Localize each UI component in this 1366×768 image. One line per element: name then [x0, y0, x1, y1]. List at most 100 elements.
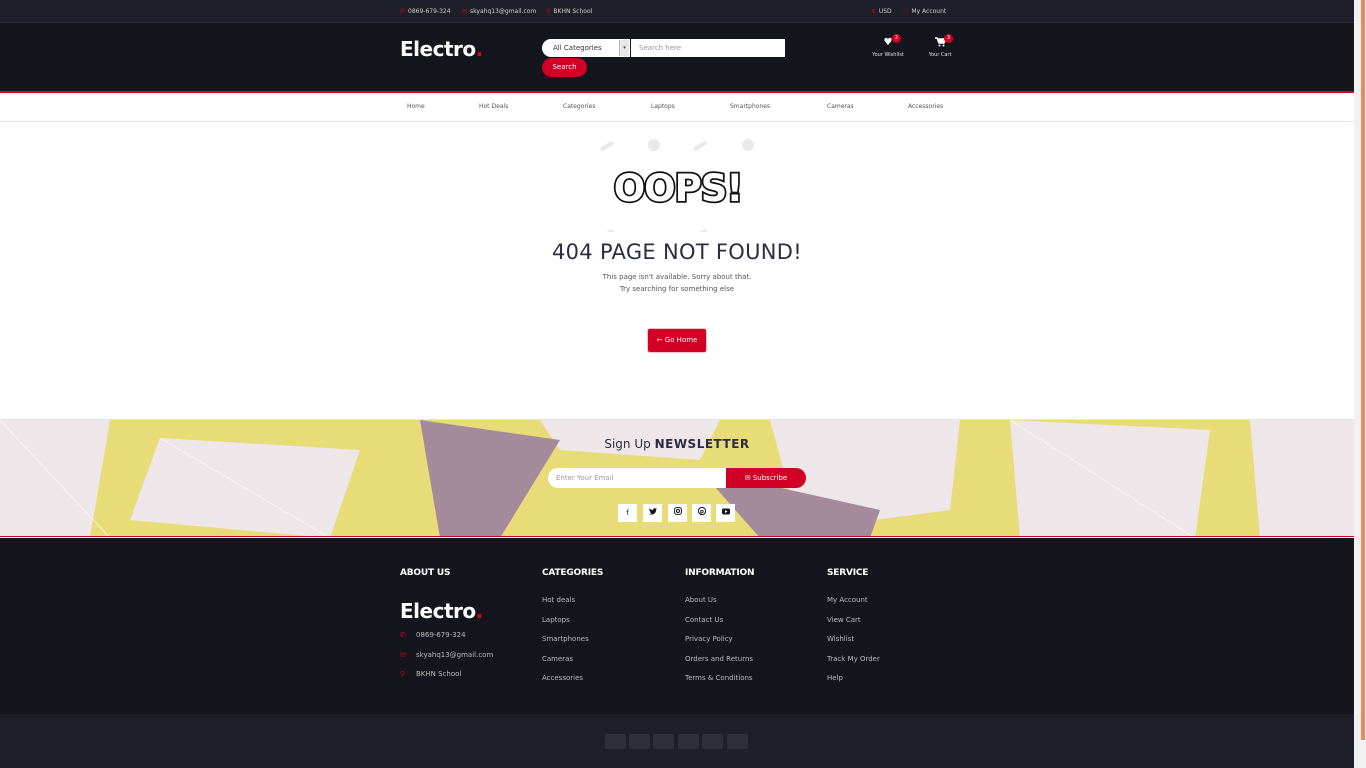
my-account-label: My Account	[911, 8, 947, 15]
amex-icon	[727, 734, 748, 749]
oops-text: OOPS!	[614, 167, 743, 210]
main-navigation: Home Hot Deals Categories Laptops Smartp…	[0, 93, 1354, 122]
svg-text:p: p	[700, 509, 704, 515]
phone-icon: ✆	[400, 8, 406, 15]
phone-icon: ✆	[400, 631, 406, 639]
footer-link-wishlist[interactable]: Wishlist	[827, 635, 854, 643]
error-message-line-2: Try searching for something else	[619, 285, 735, 293]
footer-logo-text: Electro	[400, 599, 476, 623]
subscribe-label: Subscribe	[752, 474, 788, 482]
footer-link-help[interactable]: Help	[827, 674, 843, 682]
go-home-label: Go Home	[664, 336, 698, 344]
footer-logo-dot: .	[475, 599, 484, 623]
footer-information-title: INFORMATION	[685, 568, 755, 578]
currency-link[interactable]: $ USD	[872, 8, 892, 15]
footer-link-privacy-policy[interactable]: Privacy Policy	[685, 635, 733, 643]
footer-email-text: skyahq13@gmail.com	[416, 651, 494, 659]
cart-label: Your Cart	[928, 52, 952, 58]
footer-link-cameras[interactable]: Cameras	[542, 655, 573, 663]
subscribe-button[interactable]: ✉ Subscribe	[726, 468, 806, 488]
newsletter-section: Sign Up NEWSLETTER Enter Your Email ✉ Su…	[0, 419, 1354, 537]
search-button[interactable]: Search	[542, 58, 587, 77]
youtube-icon[interactable]	[716, 504, 735, 522]
nav-home[interactable]: Home	[407, 103, 425, 110]
logo-dot: .	[475, 37, 484, 61]
footer: ABOUT US Electro. ✆ 0869-679-324 ✉ skyahq1…	[0, 538, 1354, 714]
nav-hot-deals[interactable]: Hot Deals	[479, 103, 508, 110]
logo[interactable]: Electro.	[400, 37, 483, 61]
go-home-button[interactable]: ← Go Home	[648, 329, 706, 352]
footer-logo[interactable]: Electro.	[400, 599, 483, 623]
footer-about-title: ABOUT US	[400, 568, 451, 578]
bottom-footer	[0, 714, 1354, 768]
main-header: Electro. All Categories ▾ Search here Se…	[0, 23, 1354, 93]
paypal-icon	[653, 734, 674, 749]
logo-text: Electro	[400, 37, 476, 61]
nav-laptops[interactable]: Laptops	[651, 103, 675, 110]
my-account-link[interactable]: ⚇ My Account	[903, 8, 946, 15]
footer-categories-title: CATEGORIES	[542, 568, 604, 578]
footer-link-view-cart[interactable]: View Cart	[827, 616, 861, 624]
user-icon: ⚇	[903, 8, 909, 15]
footer-link-track-order[interactable]: Track My Order	[827, 655, 880, 663]
footer-address-text: BKHN School	[416, 670, 462, 678]
top-header: ✆ 0869-679-324 ✉ skyahq13@gmail.com ⚲ BK…	[0, 0, 1354, 23]
footer-email[interactable]: ✉ skyahq13@gmail.com	[400, 651, 493, 659]
header-email-link[interactable]: ✉ skyahq13@gmail.com	[462, 8, 536, 15]
footer-phone-text: 0869-679-324	[416, 631, 466, 639]
shopping-cart-icon	[918, 37, 962, 48]
discover-icon	[702, 734, 723, 749]
credit-card-icon	[629, 734, 650, 749]
footer-link-contact-us[interactable]: Contact Us	[685, 616, 723, 624]
instagram-icon[interactable]	[668, 504, 687, 522]
arrow-left-icon: ←	[656, 336, 663, 344]
page-scrollbar[interactable]	[1354, 0, 1366, 768]
envelope-icon: ✉	[744, 474, 751, 482]
cart-count-badge: 3	[944, 34, 953, 43]
footer-phone[interactable]: ✆ 0869-679-324	[400, 631, 466, 639]
footer-service-title: SERVICE	[827, 568, 869, 578]
footer-link-laptops[interactable]: Laptops	[542, 616, 570, 624]
oops-illustration: OOPS!	[599, 139, 754, 232]
newsletter-title: Sign Up NEWSLETTER	[0, 437, 1354, 451]
wishlist-button[interactable]: ♥ Your Wishlist 2	[866, 34, 910, 58]
error-title: 404 PAGE NOT FOUND!	[551, 240, 802, 264]
twitter-icon[interactable]	[643, 504, 662, 522]
footer-link-about-us[interactable]: About Us	[685, 596, 717, 604]
nav-cameras[interactable]: Cameras	[827, 103, 854, 110]
footer-link-accessories[interactable]: Accessories	[542, 674, 583, 682]
pinterest-icon[interactable]: p	[692, 504, 711, 522]
visa-icon	[605, 734, 626, 749]
nav-smartphones[interactable]: Smartphones	[730, 103, 770, 110]
search-input[interactable]: Search here	[631, 39, 785, 57]
footer-address[interactable]: ⚲ BKHN School	[400, 670, 461, 678]
header-address: BKHN School	[553, 8, 593, 15]
newsletter-title-light: Sign Up	[604, 437, 651, 451]
newsletter-email-input[interactable]: Enter Your Email	[548, 468, 728, 488]
nav-accessories[interactable]: Accessories	[908, 103, 943, 110]
category-select[interactable]: All Categories ▾	[542, 39, 630, 57]
category-select-value: All Categories	[553, 44, 602, 52]
nav-categories[interactable]: Categories	[563, 103, 595, 110]
footer-link-smartphones[interactable]: Smartphones	[542, 635, 589, 643]
cart-button[interactable]: Your Cart 3	[918, 34, 962, 58]
page: ✆ 0869-679-324 ✉ skyahq13@gmail.com ⚲ BK…	[0, 0, 1354, 768]
search-placeholder: Search here	[639, 44, 682, 52]
envelope-icon: ✉	[462, 8, 468, 15]
currency-label: USD	[878, 8, 892, 15]
footer-link-orders-returns[interactable]: Orders and Returns	[685, 655, 753, 663]
footer-link-hot-deals[interactable]: Hot deals	[542, 596, 575, 604]
map-marker-icon: ⚲	[546, 8, 551, 15]
header-address-link[interactable]: ⚲ BKHN School	[546, 8, 592, 15]
map-marker-icon: ⚲	[400, 670, 406, 678]
facebook-icon[interactable]: f	[618, 504, 637, 522]
header-phone: 0869-679-324	[408, 8, 451, 15]
newsletter-title-bold: NEWSLETTER	[654, 437, 750, 451]
newsletter-email-placeholder: Enter Your Email	[556, 474, 614, 482]
header-phone-link[interactable]: ✆ 0869-679-324	[400, 8, 451, 15]
footer-link-terms[interactable]: Terms & Conditions	[685, 674, 753, 682]
error-message-line-1: This page isn't available. Sorry about t…	[602, 273, 752, 281]
mastercard-icon	[678, 734, 699, 749]
footer-link-my-account[interactable]: My Account	[827, 596, 868, 604]
scrollbar-thumb[interactable]	[1361, 0, 1365, 740]
